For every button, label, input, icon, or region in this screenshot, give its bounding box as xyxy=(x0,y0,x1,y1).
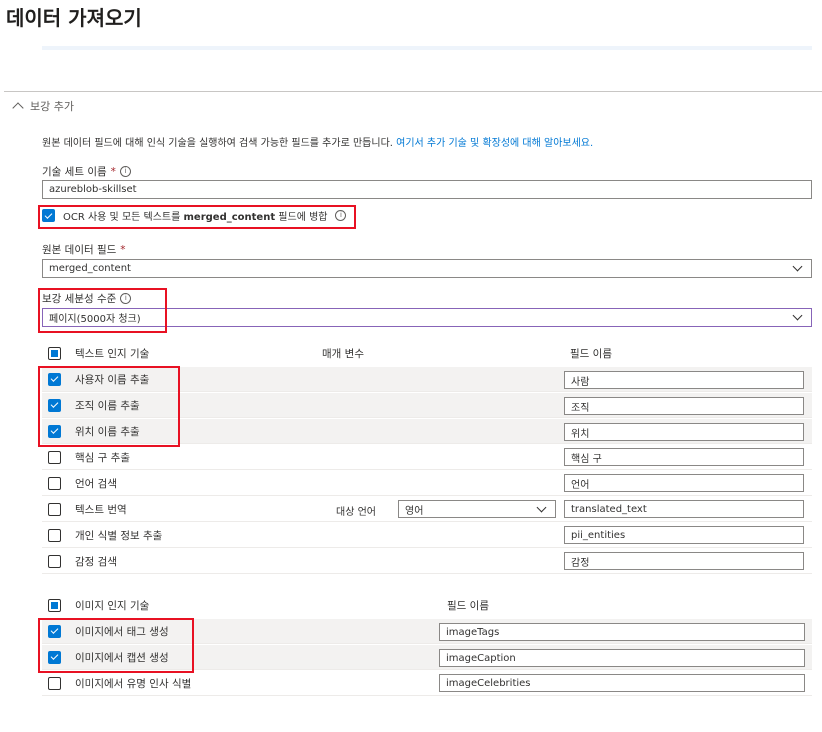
field-name-input[interactable]: translated_text xyxy=(564,500,804,518)
field-name-input[interactable]: 조직 xyxy=(564,397,804,415)
skill-checkbox[interactable] xyxy=(48,554,61,568)
chevron-down-icon xyxy=(536,502,547,512)
section-divider xyxy=(4,91,822,92)
skill-checkbox[interactable] xyxy=(48,502,61,516)
target-language-label: 대상 언어 xyxy=(336,507,376,518)
skillset-name-input[interactable]: azureblob-skillset xyxy=(42,180,812,199)
image-field-name-column-header: 필드 이름 xyxy=(447,600,489,612)
description-text: 원본 데이터 필드에 대해 인식 기술을 실행하여 검색 가능한 필드를 추가로… xyxy=(42,138,397,149)
skill-label: 개인 식별 정보 추출 xyxy=(75,529,163,542)
image-skills-header-label: 이미지 인지 기술 xyxy=(75,599,150,612)
text-skills-header-label: 텍스트 인지 기술 xyxy=(75,347,150,360)
skill-label: 핵심 구 추출 xyxy=(75,451,130,464)
highlight-box-entity-skills xyxy=(38,366,180,447)
source-field-label: 원본 데이터 필드 * xyxy=(42,242,126,257)
field-name-input[interactable]: 위치 xyxy=(564,423,804,441)
skillset-name-label: 기술 세트 이름 * i xyxy=(42,164,131,179)
skill-label: 텍스트 번역 xyxy=(75,503,127,516)
skill-checkbox[interactable] xyxy=(48,676,61,690)
source-field-dropdown[interactable]: merged_content xyxy=(42,259,812,278)
skill-checkbox[interactable] xyxy=(48,476,61,490)
page-title: 데이터 가져오기 xyxy=(6,6,142,30)
text-skills-header: 텍스트 인지 기술 xyxy=(42,343,812,363)
list-item: 개인 식별 정보 추출 pii_entities xyxy=(42,523,812,548)
list-item: 감정 검색 감정 xyxy=(42,549,812,574)
info-icon[interactable]: i xyxy=(119,166,131,177)
target-language-value: 영어 xyxy=(405,505,424,517)
list-item: 텍스트 번역 대상 언어 영어 translated_text xyxy=(42,497,812,522)
learn-more-link[interactable]: 여기서 추가 기술 및 확장성에 대해 알아보세요. xyxy=(396,138,593,149)
skill-label: 감정 검색 xyxy=(75,555,117,568)
field-name-input[interactable]: 언어 xyxy=(564,474,804,492)
field-name-input[interactable]: 핵심 구 xyxy=(564,448,804,466)
field-name-input[interactable]: imageCelebrities xyxy=(439,674,805,692)
target-language-dropdown[interactable]: 영어 xyxy=(398,500,556,518)
image-skills-header: 이미지 인지 기술 xyxy=(42,595,812,615)
highlight-box-image-skills xyxy=(38,618,194,673)
chevron-down-icon xyxy=(792,261,803,272)
skillset-label-text: 기술 세트 이름 xyxy=(42,166,107,178)
select-all-text-skills-checkbox[interactable] xyxy=(48,346,61,360)
parameter-column-header: 매개 변수 xyxy=(322,348,364,360)
field-name-input[interactable]: imageCaption xyxy=(439,649,805,667)
list-item: 핵심 구 추출 핵심 구 xyxy=(42,445,812,470)
section-toggle-enrichment[interactable]: 보강 추가 xyxy=(12,98,74,114)
skill-label: 이미지에서 유명 인사 식별 xyxy=(75,677,192,690)
field-name-input[interactable]: pii_entities xyxy=(564,526,804,544)
skill-checkbox[interactable] xyxy=(48,450,61,464)
highlight-box-ocr xyxy=(38,205,356,229)
source-field-label-text: 원본 데이터 필드 xyxy=(42,244,117,256)
list-item: 이미지에서 유명 인사 식별 imageCelebrities xyxy=(42,671,812,696)
chevron-down-icon xyxy=(792,310,803,321)
section-title: 보강 추가 xyxy=(30,100,74,113)
horizontal-scrollbar[interactable] xyxy=(42,46,812,50)
field-name-column-header: 필드 이름 xyxy=(570,348,612,360)
skill-label: 언어 검색 xyxy=(75,477,117,490)
chevron-up-icon xyxy=(12,102,24,114)
highlight-box-granularity xyxy=(38,288,167,333)
source-field-value: merged_content xyxy=(49,263,131,274)
required-asterisk: * xyxy=(120,243,126,256)
skill-checkbox[interactable] xyxy=(48,528,61,542)
required-asterisk: * xyxy=(110,165,116,178)
list-item: 언어 검색 언어 xyxy=(42,471,812,496)
field-name-input[interactable]: imageTags xyxy=(439,623,805,641)
select-all-image-skills-checkbox[interactable] xyxy=(48,598,61,612)
field-name-input[interactable]: 사람 xyxy=(564,371,804,389)
field-name-input[interactable]: 감정 xyxy=(564,552,804,570)
section-description: 원본 데이터 필드에 대해 인식 기술을 실행하여 검색 가능한 필드를 추가로… xyxy=(42,134,593,149)
